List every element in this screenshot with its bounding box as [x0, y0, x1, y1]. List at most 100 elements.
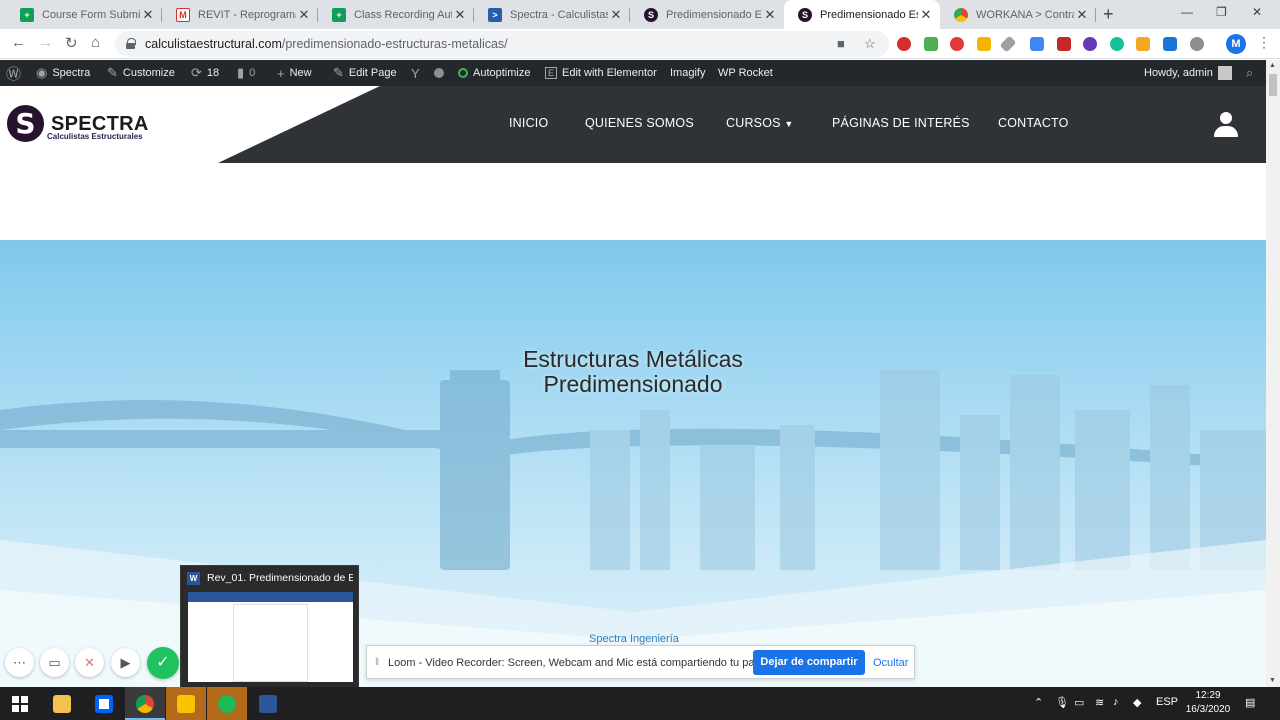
dropbox-tray-icon[interactable]: ◆ [1133, 696, 1141, 709]
admin-imagify[interactable]: Imagify [670, 60, 705, 86]
feedly-icon[interactable] [924, 37, 938, 51]
keep-icon[interactable] [977, 37, 991, 51]
tab-class-recording[interactable]: + Class Recording Autom ✕ [318, 0, 474, 29]
taskbar-chrome[interactable] [125, 687, 165, 720]
reload-button[interactable]: ↻ [65, 34, 78, 52]
tab-revit[interactable]: M REVIT - Reprogramació ✕ [162, 0, 318, 29]
close-icon[interactable]: ✕ [1074, 7, 1090, 23]
admin-customize[interactable]: ✎ Customize [107, 60, 175, 86]
autoptimize-status-icon [458, 68, 468, 78]
window-close-button[interactable]: ✕ [1252, 5, 1262, 19]
minimize-button[interactable]: — [1181, 5, 1193, 19]
loom-camera-icon[interactable]: ▭ [40, 648, 69, 677]
maximize-button[interactable]: ❐ [1216, 5, 1227, 19]
admin-howdy[interactable]: Howdy, admin [1144, 60, 1232, 86]
tab-course-form[interactable]: + Course Form Submit - U ✕ [6, 0, 162, 29]
eyedropper-icon[interactable] [999, 35, 1017, 53]
back-button[interactable]: ← [11, 34, 26, 51]
address-bar[interactable]: calculistaestructural.com/predimensionad… [115, 31, 889, 57]
notifications-icon[interactable]: ▤ [1245, 696, 1255, 709]
close-icon[interactable]: ✕ [762, 7, 778, 23]
admin-comments[interactable]: ▮ 0 [237, 60, 255, 86]
drag-handle-icon[interactable]: ‖ [375, 657, 379, 668]
chrome-ext-icon[interactable] [1083, 37, 1097, 51]
yoast-icon[interactable]: Y [411, 60, 420, 86]
wifi-icon[interactable]: ≋ [1095, 696, 1104, 709]
nav-paginas-de-interes[interactable]: PÁGINAS DE INTERÉS [832, 116, 970, 130]
microphone-icon[interactable]: 🎙 [1055, 696, 1069, 709]
loom-ext-icon[interactable] [1190, 37, 1204, 51]
elementor-icon: E [545, 67, 558, 79]
taskbar-file-explorer[interactable] [42, 687, 82, 720]
page-scrollbar[interactable]: ▲ ▼ [1266, 60, 1280, 687]
scroll-down-icon[interactable]: ▼ [1269, 677, 1276, 684]
nav-cursos[interactable]: CURSOS ▼ [726, 116, 793, 130]
code-icon[interactable] [1030, 37, 1044, 51]
url-text[interactable]: calculistaestructural.com/predimensionad… [145, 37, 508, 51]
spectra-logo-icon[interactable]: S [7, 105, 44, 142]
loom-more-icon[interactable]: ⋯ [5, 648, 34, 677]
forward-button[interactable]: → [38, 34, 53, 51]
loom-pause-icon[interactable]: ▶ [111, 648, 140, 677]
admin-edit-elementor[interactable]: E Edit with Elementor [545, 60, 657, 86]
close-icon[interactable]: ✕ [608, 7, 624, 23]
tab-predimensionado-active[interactable]: S Predimensionado Estru ✕ [784, 0, 940, 29]
nav-inicio[interactable]: INICIO [509, 116, 548, 130]
close-icon[interactable]: ✕ [296, 7, 312, 23]
site-header: S SPECTRA Calculistas Estructurales INIC… [0, 86, 1266, 163]
camera-blocked-icon[interactable]: ■ [837, 36, 845, 51]
taskbar-spotify[interactable] [207, 687, 247, 720]
admin-search-icon[interactable]: ⌕ [1246, 60, 1253, 86]
language-indicator[interactable]: ESP [1156, 696, 1178, 708]
battery-icon[interactable]: ▭ [1074, 696, 1084, 709]
scrollbar-thumb[interactable] [1269, 74, 1277, 96]
badge-9-icon[interactable] [1057, 37, 1071, 51]
taskbar-window-preview[interactable]: W Rev_01. Predimensionado de E... [180, 565, 359, 688]
tab-spectra[interactable]: > Spectra - Calculistas Es ✕ [474, 0, 630, 29]
clock-date: 16/3/2020 [1185, 704, 1231, 715]
user-account-icon[interactable] [1213, 112, 1239, 138]
abp-icon[interactable] [897, 37, 911, 51]
loom-cancel-icon[interactable]: ✕ [75, 648, 104, 677]
nav-quienes-somos[interactable]: QUIENES SOMOS [585, 116, 694, 130]
preview-thumbnail[interactable] [188, 592, 353, 682]
new-tab-button[interactable]: + [1103, 4, 1114, 25]
wordpress-logo-icon[interactable]: Ⓦ [6, 60, 21, 86]
chrome-icon [136, 694, 154, 713]
profile-avatar[interactable]: M [1226, 34, 1246, 54]
scroll-up-icon[interactable]: ▲ [1269, 62, 1276, 69]
pdf-icon[interactable] [950, 37, 964, 51]
home-button[interactable]: ⌂ [91, 34, 100, 51]
admin-updates[interactable]: ⟳ 18 [191, 60, 219, 86]
hide-button[interactable]: Ocultar [873, 657, 908, 669]
off-icon[interactable] [1136, 37, 1150, 51]
admin-edit-page[interactable]: ✎ Edit Page [333, 60, 397, 86]
taskbar-sticky-notes[interactable] [166, 687, 206, 720]
hero-breadcrumb-link[interactable]: Spectra Ingeniería [589, 633, 679, 645]
close-icon[interactable]: ✕ [452, 7, 468, 23]
tray-overflow-icon[interactable]: ⌃ [1034, 696, 1043, 709]
start-button[interactable] [0, 687, 40, 720]
status-dot-icon[interactable] [434, 60, 444, 86]
tab-workana[interactable]: WORKANA > Contrata ✕ [940, 0, 1096, 29]
taskbar-dropbox[interactable] [84, 687, 124, 720]
close-icon[interactable]: ✕ [918, 7, 934, 23]
taskbar-clock[interactable]: 12:29 16/3/2020 [1185, 689, 1231, 717]
chrome-menu-icon[interactable]: ⋮ [1257, 34, 1271, 51]
grammarly-icon[interactable] [1110, 37, 1124, 51]
close-icon[interactable]: ✕ [140, 7, 156, 23]
sheets-icon: + [20, 7, 34, 22]
admin-site-name[interactable]: ◉ Spectra [36, 60, 90, 86]
tab-predimensionado-1[interactable]: S Predimensionado Estru ✕ [630, 0, 784, 29]
taskbar-word[interactable] [248, 687, 288, 720]
admin-wp-rocket[interactable]: WP Rocket [718, 60, 773, 86]
admin-new[interactable]: + New [277, 60, 312, 86]
admin-autoptimize[interactable]: Autoptimize [458, 60, 530, 86]
volume-icon[interactable]: ♪ [1113, 696, 1119, 708]
reader-icon[interactable] [1163, 37, 1177, 51]
nav-contacto[interactable]: CONTACTO [998, 116, 1069, 130]
loom-finish-icon[interactable]: ✓ [147, 647, 179, 679]
lock-icon[interactable] [126, 38, 136, 49]
stop-sharing-button[interactable]: Dejar de compartir [753, 650, 865, 675]
bookmark-star-icon[interactable]: ☆ [864, 36, 876, 52]
